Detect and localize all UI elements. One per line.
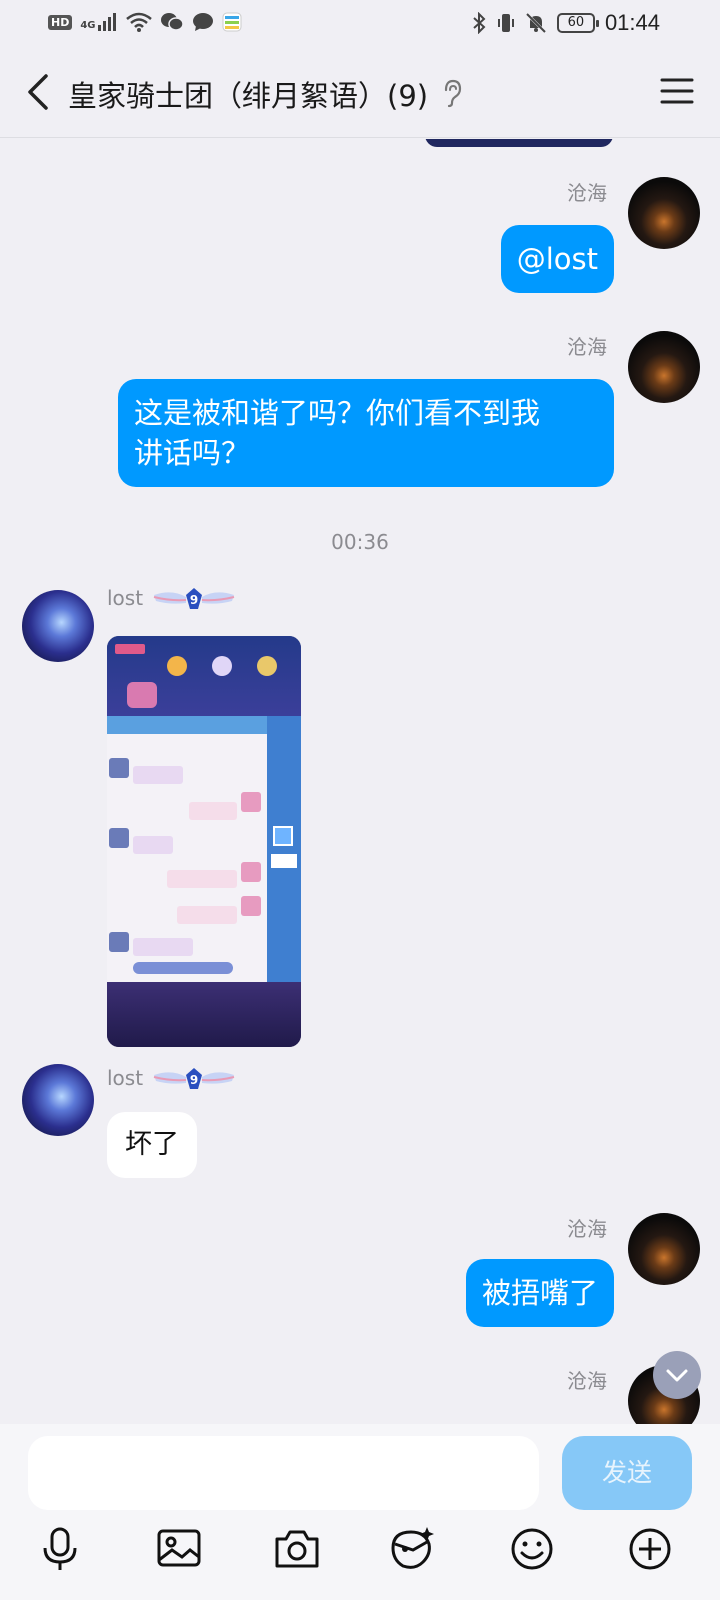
back-icon[interactable] (22, 72, 58, 112)
image-preview-topbar (107, 636, 301, 716)
sender-name: lost (107, 586, 144, 610)
sender-name: 沧海 (567, 1369, 607, 1393)
message-input[interactable] (28, 1436, 539, 1510)
status-right: 60 01:44 (471, 10, 660, 36)
plus-icon[interactable] (625, 1524, 675, 1574)
sender-name: 沧海 (567, 335, 607, 359)
send-button[interactable]: 发送 (562, 1436, 692, 1510)
vibrate-icon (497, 14, 514, 32)
image-icon[interactable] (154, 1524, 204, 1574)
camera-icon[interactable] (272, 1524, 322, 1574)
sticker-icon[interactable] (387, 1524, 437, 1574)
message-icon (192, 13, 213, 31)
image-preview-chat-panel (107, 716, 267, 982)
mute-bell-icon (525, 12, 546, 34)
status-left: HD 4G (48, 12, 242, 32)
app-notification-icon (222, 12, 242, 32)
sender-name: lost (107, 1066, 144, 1090)
avatar[interactable] (22, 590, 94, 662)
sender-name: 沧海 (567, 1217, 607, 1241)
ear-icon[interactable] (440, 78, 464, 108)
message-bubble[interactable]: 坏了 (107, 1112, 197, 1178)
group-title[interactable]: 皇家骑士团（绯月絮语）(9) (68, 73, 428, 115)
level-badge-icon: 9 (153, 588, 235, 609)
hd-indicator: HD (48, 14, 73, 30)
image-preview-bottombar (107, 982, 301, 1047)
avatar[interactable] (628, 331, 700, 403)
avatar[interactable] (628, 1213, 700, 1285)
message-list[interactable]: 沧海 @lost 沧海 这是被和谐了吗？你们看不到我 讲话吗？ 00:36 lo… (0, 139, 720, 1424)
status-bar: HD 4G 60 01:44 (0, 0, 720, 48)
emoji-icon[interactable] (507, 1524, 557, 1574)
menu-icon[interactable] (660, 76, 694, 106)
signal-icon: 4G (80, 13, 117, 31)
partial-image-message[interactable] (425, 139, 613, 147)
avatar[interactable] (628, 177, 700, 249)
level-badge-icon: 9 (153, 1068, 235, 1089)
svg-text:9: 9 (190, 1073, 198, 1087)
message-bubble[interactable]: 被捂嘴了 (465, 1259, 614, 1327)
scroll-to-bottom-button[interactable] (653, 1351, 701, 1399)
chevron-down-icon (666, 1369, 688, 1382)
message-bubble[interactable]: @lost (500, 225, 614, 293)
avatar[interactable] (22, 1064, 94, 1136)
composer: 发送 (0, 1424, 720, 1600)
mic-icon[interactable] (35, 1524, 85, 1574)
image-message[interactable] (107, 636, 301, 1047)
wechat-icon (160, 13, 184, 31)
svg-text:9: 9 (190, 593, 198, 607)
chat-header: 皇家骑士团（绯月絮语）(9) (0, 48, 720, 138)
wifi-icon (125, 12, 152, 32)
image-preview-side-tabs (267, 716, 301, 982)
bluetooth-icon (473, 12, 486, 34)
timestamp: 00:36 (331, 530, 389, 554)
sender-name: 沧海 (567, 181, 607, 205)
clock: 01:44 (604, 10, 660, 35)
composer-toolbar (0, 1524, 720, 1594)
battery-icon: 60 (556, 13, 599, 33)
message-bubble[interactable]: 这是被和谐了吗？你们看不到我 讲话吗？ (118, 379, 614, 487)
